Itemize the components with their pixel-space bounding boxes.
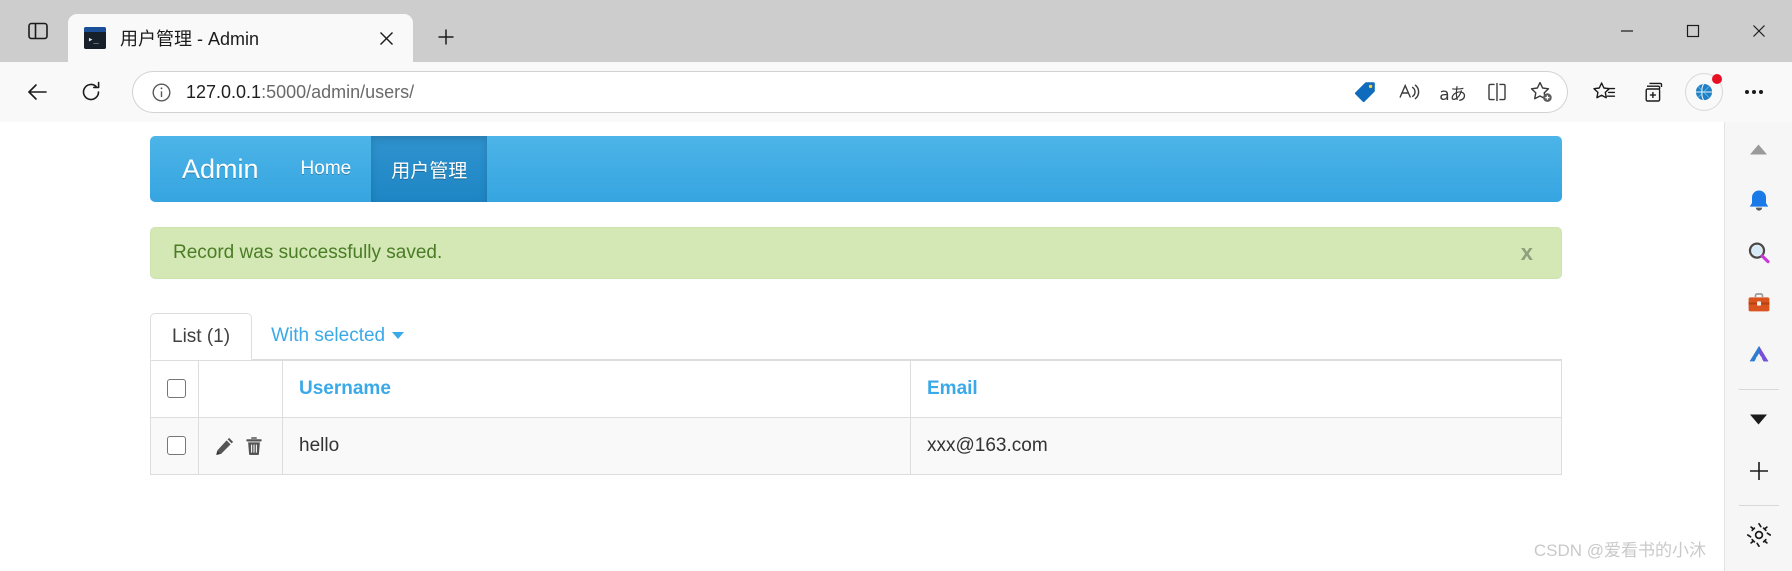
copilot-icon[interactable] — [1680, 70, 1728, 114]
table-body: hello xxx@163.com — [150, 417, 1562, 475]
page-viewport: Admin Home 用户管理 Record was successfully … — [0, 122, 1724, 571]
shopping-tag-icon[interactable] — [1344, 74, 1386, 110]
browser-window: ▸_ 用户管理 - Admin 127.0.0.1:5000/admin/use… — [0, 0, 1792, 571]
toolbar-right-actions — [1578, 70, 1778, 114]
url-path: :5000/admin/users/ — [261, 81, 415, 102]
tab-favicon-icon: ▸_ — [84, 27, 106, 49]
tab-strip: ▸_ 用户管理 - Admin — [0, 0, 467, 62]
row-operations-cell — [198, 417, 283, 475]
translate-glyph: aあ — [1439, 84, 1467, 105]
row-select-cell — [150, 417, 199, 475]
table-header-row: Username Email — [150, 360, 1562, 418]
window-controls — [1594, 0, 1792, 62]
sidebar-divider-top — [1738, 389, 1779, 390]
window-close-button[interactable] — [1726, 0, 1792, 62]
tab-title: 用户管理 - Admin — [120, 29, 260, 49]
omnibox-actions: aあ — [1342, 74, 1562, 110]
add-favorite-icon[interactable] — [1520, 74, 1562, 110]
edit-pencil-icon[interactable] — [215, 436, 235, 456]
address-bar[interactable]: 127.0.0.1:5000/admin/users/ aあ — [132, 71, 1568, 113]
browser-titlebar: ▸_ 用户管理 - Admin — [0, 0, 1792, 62]
url-text: 127.0.0.1:5000/admin/users/ — [186, 82, 1342, 103]
alert-message: Record was successfully saved. — [173, 242, 443, 263]
edge-sidebar — [1724, 122, 1792, 571]
notifications-bell-icon[interactable] — [1736, 181, 1782, 220]
sort-by-email-link[interactable]: Email — [927, 378, 978, 399]
nav-link-home[interactable]: Home — [281, 136, 372, 202]
browser-tab[interactable]: ▸_ 用户管理 - Admin — [68, 14, 413, 62]
new-tab-button[interactable] — [425, 16, 467, 58]
csdn-watermark: CSDN @爱看书的小沐 — [1533, 541, 1706, 560]
row-select-checkbox[interactable] — [167, 436, 186, 456]
with-selected-dropdown[interactable]: With selected — [252, 312, 420, 359]
refresh-button[interactable] — [68, 69, 114, 115]
header-email-cell: Email — [910, 360, 1562, 418]
header-username-cell: Username — [282, 360, 911, 418]
split-screen-icon[interactable] — [1476, 74, 1518, 110]
navbar-links: Home 用户管理 — [281, 136, 488, 202]
add-sidebar-app-icon[interactable] — [1736, 451, 1782, 490]
sidebar-scroll-up-icon[interactable] — [1736, 130, 1782, 169]
tools-briefcase-icon[interactable] — [1736, 284, 1782, 323]
row-email-cell: xxx@163.com — [910, 417, 1562, 475]
navbar-brand[interactable]: Admin — [150, 136, 281, 202]
table-head: Username Email — [150, 360, 1562, 418]
table-row: hello xxx@163.com — [150, 417, 1562, 475]
app-navbar: Admin Home 用户管理 — [150, 136, 1562, 202]
header-operations-cell — [198, 360, 283, 418]
read-aloud-icon[interactable] — [1388, 74, 1430, 110]
back-button[interactable] — [14, 69, 60, 115]
favorites-icon[interactable] — [1580, 70, 1628, 114]
copilot-notification-dot — [1712, 74, 1722, 84]
select-all-checkbox[interactable] — [167, 379, 186, 399]
chevron-down-icon — [392, 332, 405, 339]
settings-and-more-icon[interactable] — [1730, 70, 1778, 114]
row-username-cell: hello — [282, 417, 911, 475]
collections-icon[interactable] — [1630, 70, 1678, 114]
tab-close-icon[interactable] — [371, 23, 401, 53]
delete-trash-icon[interactable] — [244, 436, 264, 456]
sidebar-settings-gear-icon[interactable] — [1736, 516, 1782, 555]
with-selected-label: With selected — [271, 324, 386, 346]
browser-toolbar: 127.0.0.1:5000/admin/users/ aあ — [0, 62, 1792, 122]
info-icon[interactable] — [148, 79, 174, 105]
sidebar-divider-bottom — [1738, 504, 1779, 506]
sort-by-username-link[interactable]: Username — [299, 378, 391, 399]
sidebar-scroll-down-icon[interactable] — [1736, 400, 1782, 439]
tab-actions-icon[interactable] — [12, 5, 64, 57]
tab-list[interactable]: List (1) — [150, 313, 253, 360]
page-container: Admin Home 用户管理 Record was successfully … — [150, 136, 1562, 475]
success-alert: Record was successfully saved. x — [150, 227, 1562, 279]
list-tabs: List (1) With selected — [150, 313, 1562, 360]
alert-close-button[interactable]: x — [1515, 242, 1539, 264]
favicon-prompt-glyph: ▸_ — [88, 35, 99, 45]
window-minimize-button[interactable] — [1594, 0, 1660, 62]
translate-icon[interactable]: aあ — [1432, 74, 1474, 110]
search-magnifier-icon[interactable] — [1736, 233, 1782, 272]
nav-link-user-management[interactable]: 用户管理 — [371, 136, 488, 202]
page-content: Admin Home 用户管理 Record was successfully … — [0, 122, 1724, 475]
header-select-all-cell — [150, 360, 199, 418]
app-shortcut-icon[interactable] — [1736, 336, 1782, 375]
users-table: Username Email hello xxx@163.com — [150, 360, 1562, 475]
url-host: 127.0.0.1 — [186, 81, 262, 102]
window-maximize-button[interactable] — [1660, 0, 1726, 62]
